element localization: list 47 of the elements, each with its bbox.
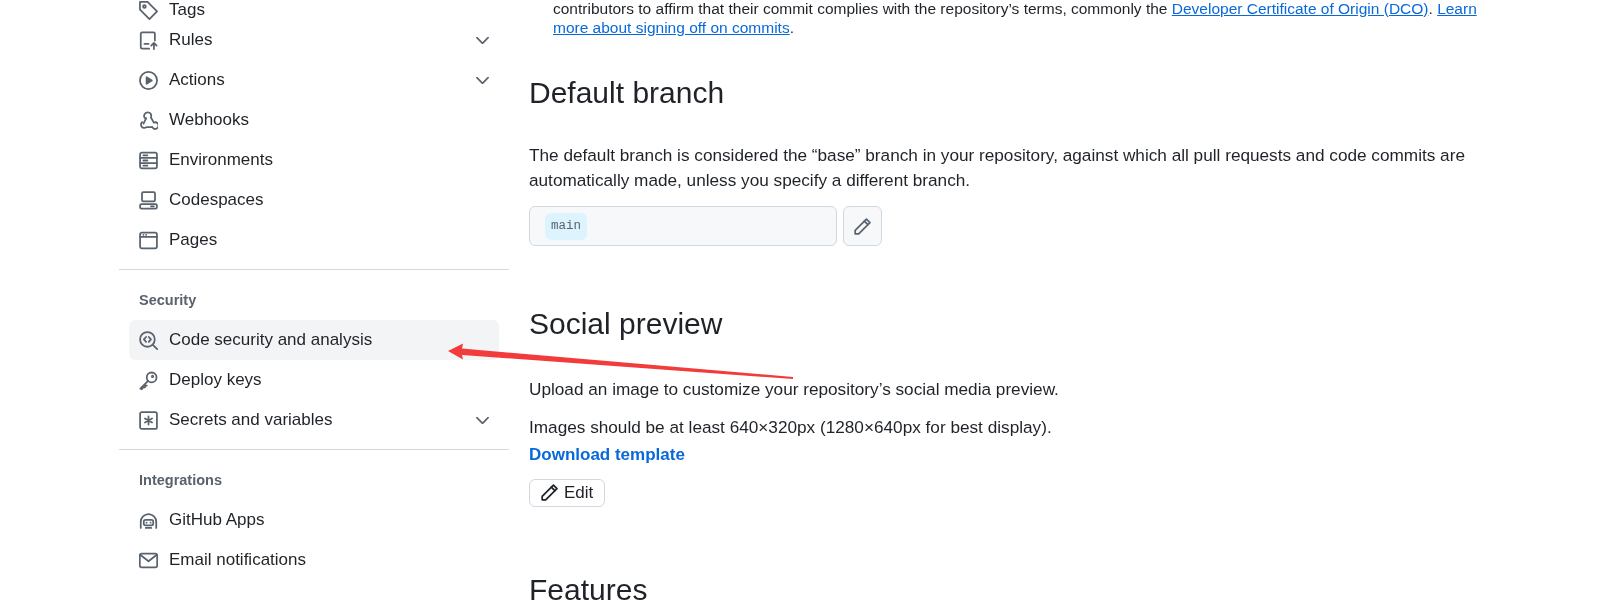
play-icon: [139, 70, 158, 90]
sidebar-item[interactable]: Email notifications: [129, 540, 499, 580]
note-text: contributors to affirm that their commit complies with the repository’s terms, commonly the Developer Certificate of Origin (DCO). Learn: [553, 0, 1477, 18]
code-magnifier-icon: [139, 330, 158, 350]
chevron-down-icon: [476, 36, 489, 44]
browser-window-icon: [139, 230, 158, 250]
section-title: Features: [529, 571, 648, 602]
description-text: The default branch is considered the “base” branch in your repository, against which all pull requests and code commits are automatically made, unless you specify a different branch.: [529, 144, 1466, 192]
server-icon: [139, 150, 158, 170]
section-heading: Integrations: [139, 471, 222, 490]
asterisk-icon: [139, 410, 158, 430]
edit-button[interactable]: Edit: [529, 479, 606, 507]
sidebar-item[interactable]: Webhooks: [129, 100, 499, 140]
sidebar-item[interactable]: Rules: [129, 20, 499, 60]
chevron-down-icon: [476, 416, 489, 424]
section-title: Default branch: [529, 75, 725, 111]
requirements-text: Images should be at least 640×320px (1280×640px for best display).: [529, 416, 1052, 439]
webhook-icon: [139, 110, 158, 130]
laptop-icon: [139, 190, 158, 210]
inline-link[interactable]: Learn: [1437, 0, 1477, 17]
pencil-icon: [541, 484, 558, 502]
section-title: Social preview: [529, 306, 723, 342]
note-text: more about signing off on commits.: [553, 18, 794, 38]
document-arrow-icon: [139, 30, 158, 50]
sidebar-item[interactable]: GitHub Apps: [129, 500, 499, 540]
sidebar-item[interactable]: Actions: [129, 60, 499, 100]
section-heading: Security: [139, 291, 197, 310]
key-icon: [139, 370, 158, 390]
sidebar-item[interactable]: Environments: [129, 140, 499, 180]
branch-name: main: [545, 212, 587, 240]
inline-link[interactable]: more about signing off on commits: [553, 19, 790, 36]
sidebar-item[interactable]: Deploy keys: [129, 360, 499, 400]
robot-icon: [139, 510, 158, 530]
tag-icon: [139, 0, 158, 20]
sidebar-item[interactable]: Secrets and variables: [129, 400, 499, 440]
download-template-link[interactable]: Download template: [529, 442, 685, 467]
branch-field[interactable]: main: [529, 206, 837, 246]
description-text: Upload an image to customize your repository’s social media preview.: [529, 378, 1059, 401]
rename-branch-button[interactable]: [843, 206, 882, 246]
inline-link[interactable]: Developer Certificate of Origin (DCO): [1171, 0, 1429, 17]
sidebar-item[interactable]: Tags: [129, 0, 499, 20]
mail-icon: [139, 550, 158, 570]
sidebar-item[interactable]: Codespaces: [129, 180, 499, 220]
sidebar-item[interactable]: Code security and analysis: [129, 320, 499, 360]
pencil-icon: [854, 217, 871, 235]
chevron-down-icon: [476, 76, 489, 84]
sidebar-item[interactable]: Pages: [129, 220, 499, 260]
